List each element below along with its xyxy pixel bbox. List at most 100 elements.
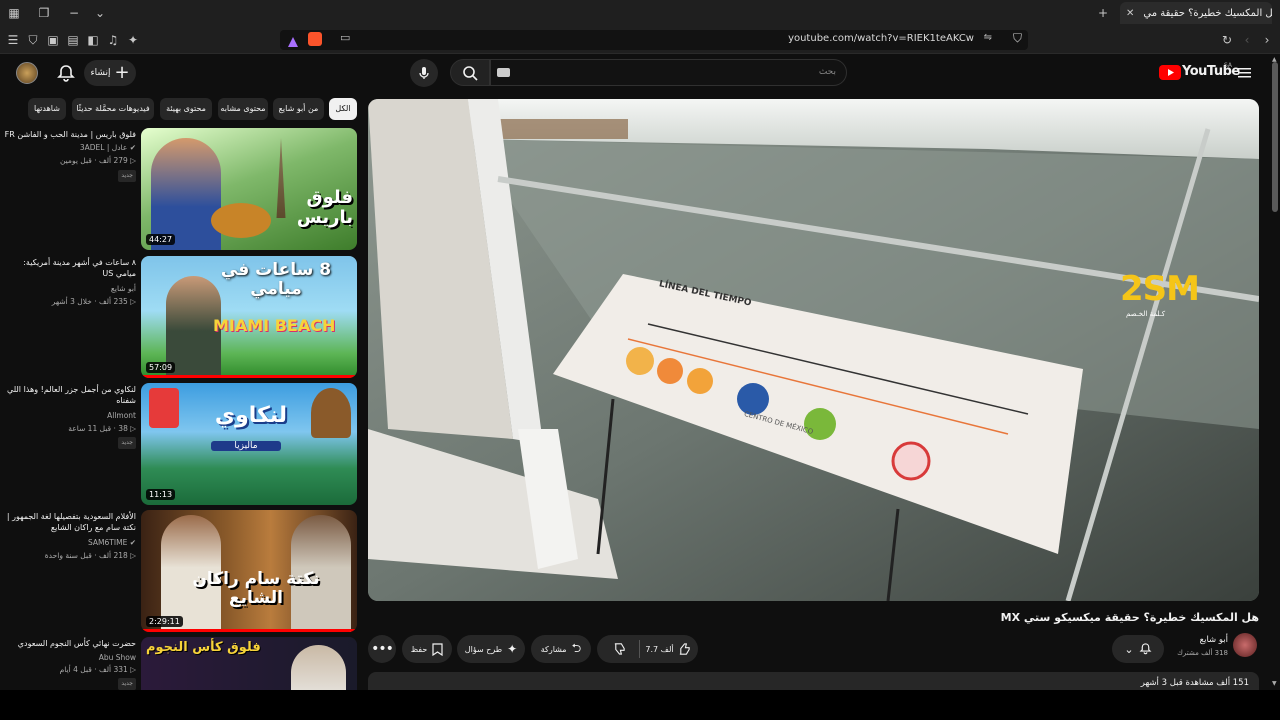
close-tab-icon[interactable]: ✕ (1126, 8, 1134, 19)
video-title[interactable]: فلوق باريس | مدينة الحب و الفاشن FR (4, 129, 136, 140)
chip-all[interactable]: الكل (329, 98, 357, 120)
bell-icon (1139, 642, 1152, 657)
video-duration: 44:27 (146, 234, 176, 245)
video-thumbnail[interactable]: لنكاوي ماليزيا 11:13 (141, 383, 357, 505)
bookmark-icon[interactable]: ⛉ (1013, 31, 1022, 46)
video-title[interactable]: الأفلام السعودية بتفصيلها لغة الجمهور | … (4, 511, 136, 533)
voice-search-button[interactable] (410, 59, 438, 87)
share-icon: ⮌ (571, 640, 582, 655)
channel-avatar[interactable] (1233, 633, 1257, 657)
thumbnail-text: فلوق كأس النجوم (146, 640, 261, 655)
search-input[interactable]: بحث (490, 59, 847, 86)
chip-watched[interactable]: شاهدتها (28, 98, 66, 120)
views-and-date: 151 ألف مشاهدة قبل 3 أشهر (1140, 678, 1249, 688)
brave-shields-icon[interactable] (308, 32, 322, 46)
verified-icon: ✔ (129, 538, 136, 547)
description-box[interactable]: 151 ألف مشاهدة قبل 3 أشهر (368, 672, 1259, 692)
avatar[interactable] (16, 62, 38, 84)
cable-car-image (149, 388, 179, 428)
search-placeholder: بحث (818, 67, 836, 77)
save-button[interactable]: حفظ (402, 635, 452, 663)
video-thumbnail[interactable]: فلوق كأس النجوم (141, 637, 357, 690)
scroll-up-icon[interactable]: ▲ (1272, 56, 1277, 63)
restore-window-icon[interactable]: ❐ (34, 3, 54, 23)
channel-watermark-sub: كـلمة الخـصم (1126, 310, 1166, 318)
site-settings-icon[interactable]: ⇋ (984, 32, 992, 43)
reading-list-icon[interactable]: ▤ (63, 30, 83, 50)
create-label: إنشاء (90, 68, 111, 78)
search-button[interactable] (450, 59, 490, 86)
ask-label: طرح سؤال (464, 644, 503, 654)
channel-name[interactable]: Allmont (4, 411, 136, 421)
sidebar-icon[interactable]: ◧ (83, 30, 103, 50)
tab-list-chevron-icon[interactable]: ⌄ (90, 3, 110, 23)
video-thumbnail[interactable]: 8 ساعات في ميامي MIAMI BEACH 57:09 (141, 256, 357, 378)
eagle-image (311, 388, 351, 438)
video-stats: ▷ 235 ألف · خلال 3 أشهر (51, 297, 136, 306)
channel-name[interactable]: ✔ عادل | 3ADEL (4, 143, 136, 153)
wallet-icon[interactable]: ▣ (43, 30, 63, 50)
notifications-bell-icon[interactable] (56, 63, 76, 83)
chip-similar[interactable]: محتوى بهيئة (160, 98, 212, 120)
video-title[interactable]: ٨ ساعات في أشهر مدينة أمريكية: ميامي US (4, 257, 136, 279)
share-label: مشاركة (540, 644, 567, 654)
thumbnail-text: نكتة سام راكان الشايع (192, 569, 320, 608)
channel-name-main[interactable]: أبو شايع (1160, 635, 1228, 645)
media-cast-icon[interactable]: ▭ (340, 31, 350, 44)
video-frame-image (368, 99, 1259, 601)
sparkle-icon: ✦ (507, 642, 518, 656)
chip-related[interactable]: محتوى مشابه (218, 98, 268, 120)
like-button[interactable]: 7.7 ألف (645, 642, 690, 656)
reload-icon[interactable]: ↻ (1217, 30, 1237, 50)
brave-rewards-icon[interactable] (287, 33, 299, 47)
video-title[interactable]: لنكاوي من أجمل جزر العالم! وهذا اللي شفن… (4, 384, 136, 406)
video-thumbnail[interactable]: فلوق باريس 44:27 (141, 128, 357, 250)
save-label: حفظ (410, 644, 428, 654)
extensions-icon[interactable]: ✦ (123, 30, 143, 50)
ask-button[interactable]: طرح سؤال ✦ (457, 635, 525, 663)
music-icon[interactable]: ♫ (103, 30, 123, 50)
more-horizontal-icon: ••• (371, 641, 394, 657)
scrollbar-thumb[interactable] (1272, 62, 1278, 212)
video-title-main: هل المكسيك خطيرة؟ حقيقة ميكسيكو ستي MX (1000, 611, 1259, 624)
shield-icon[interactable]: ⛉ (23, 30, 43, 50)
dislike-button[interactable] (604, 642, 634, 657)
channel-watermark: 2SM (1120, 269, 1200, 309)
video-thumbnail[interactable]: نكتة سام راكان الشايع 2:29:11 (141, 510, 357, 632)
youtube-logo-icon[interactable] (1159, 65, 1181, 80)
video-stats: ▷ 38 · قبل 11 ساعة (68, 424, 136, 433)
tab-active[interactable]: 🔊 هل المكسيك خطيرة؟ حقيقة مي ✕ (1120, 2, 1272, 24)
more-actions-button[interactable]: ••• (368, 635, 396, 663)
video-player[interactable]: LÍNEA DEL TIEMPO CENTRO DE MÉXICO 2SM كـ… (368, 99, 1259, 601)
subscribed-bell-button[interactable]: ⌄ (1112, 635, 1164, 663)
new-tab-button[interactable]: + (1093, 3, 1113, 23)
thumbnail-subtext: ماليزيا (211, 441, 281, 451)
video-stats: ▷ 331 ألف · قبل 4 أيام (59, 665, 136, 674)
address-bar[interactable]: ▭ youtube.com/watch?v=RIEK1teAKCw ⇋ ⛉ (280, 30, 1028, 50)
thumbnail-text: لنكاوي (214, 403, 288, 428)
scroll-down-icon[interactable]: ▼ (1272, 680, 1277, 687)
chip-recently-uploaded[interactable]: فيديوهات محمَّلة حديثًا (72, 98, 154, 120)
channel-name[interactable]: Abu Show (4, 653, 136, 663)
keyboard-icon[interactable] (497, 68, 510, 77)
video-stats: ▷ 279 ألف · قبل يومين (59, 156, 136, 165)
video-title[interactable]: حضرت نهائي كأس النجوم السعودي (4, 638, 136, 649)
bookmark-add-icon (432, 642, 443, 656)
back-icon[interactable]: ‹ (1237, 30, 1257, 50)
create-button[interactable]: إنشاء + (84, 60, 136, 86)
video-stats: ▷ 218 ألف · قبل سنة واحدة (44, 551, 136, 560)
app-menu-icon[interactable]: ▦ (4, 3, 24, 23)
minimize-window-icon[interactable]: − (64, 3, 84, 23)
forward-icon[interactable]: › (1257, 30, 1277, 50)
menu-icon[interactable]: ☰ (3, 30, 23, 50)
channel-name[interactable]: ✔ SAM6TIME (4, 538, 136, 548)
channel-name[interactable]: أبو شايع (4, 284, 136, 294)
video-duration: 2:29:11 (146, 616, 183, 627)
share-button[interactable]: مشاركة ⮌ (531, 635, 591, 663)
tab-title: هل المكسيك خطيرة؟ حقيقة مي (1143, 7, 1272, 19)
like-dislike-group: 7.7 ألف (597, 635, 698, 663)
thumbnail-subtext: MIAMI BEACH (213, 316, 336, 335)
guide-menu-icon[interactable] (1238, 65, 1252, 79)
thumbs-down-icon (614, 642, 625, 655)
chip-from-channel[interactable]: من أبو شايع (273, 98, 324, 120)
